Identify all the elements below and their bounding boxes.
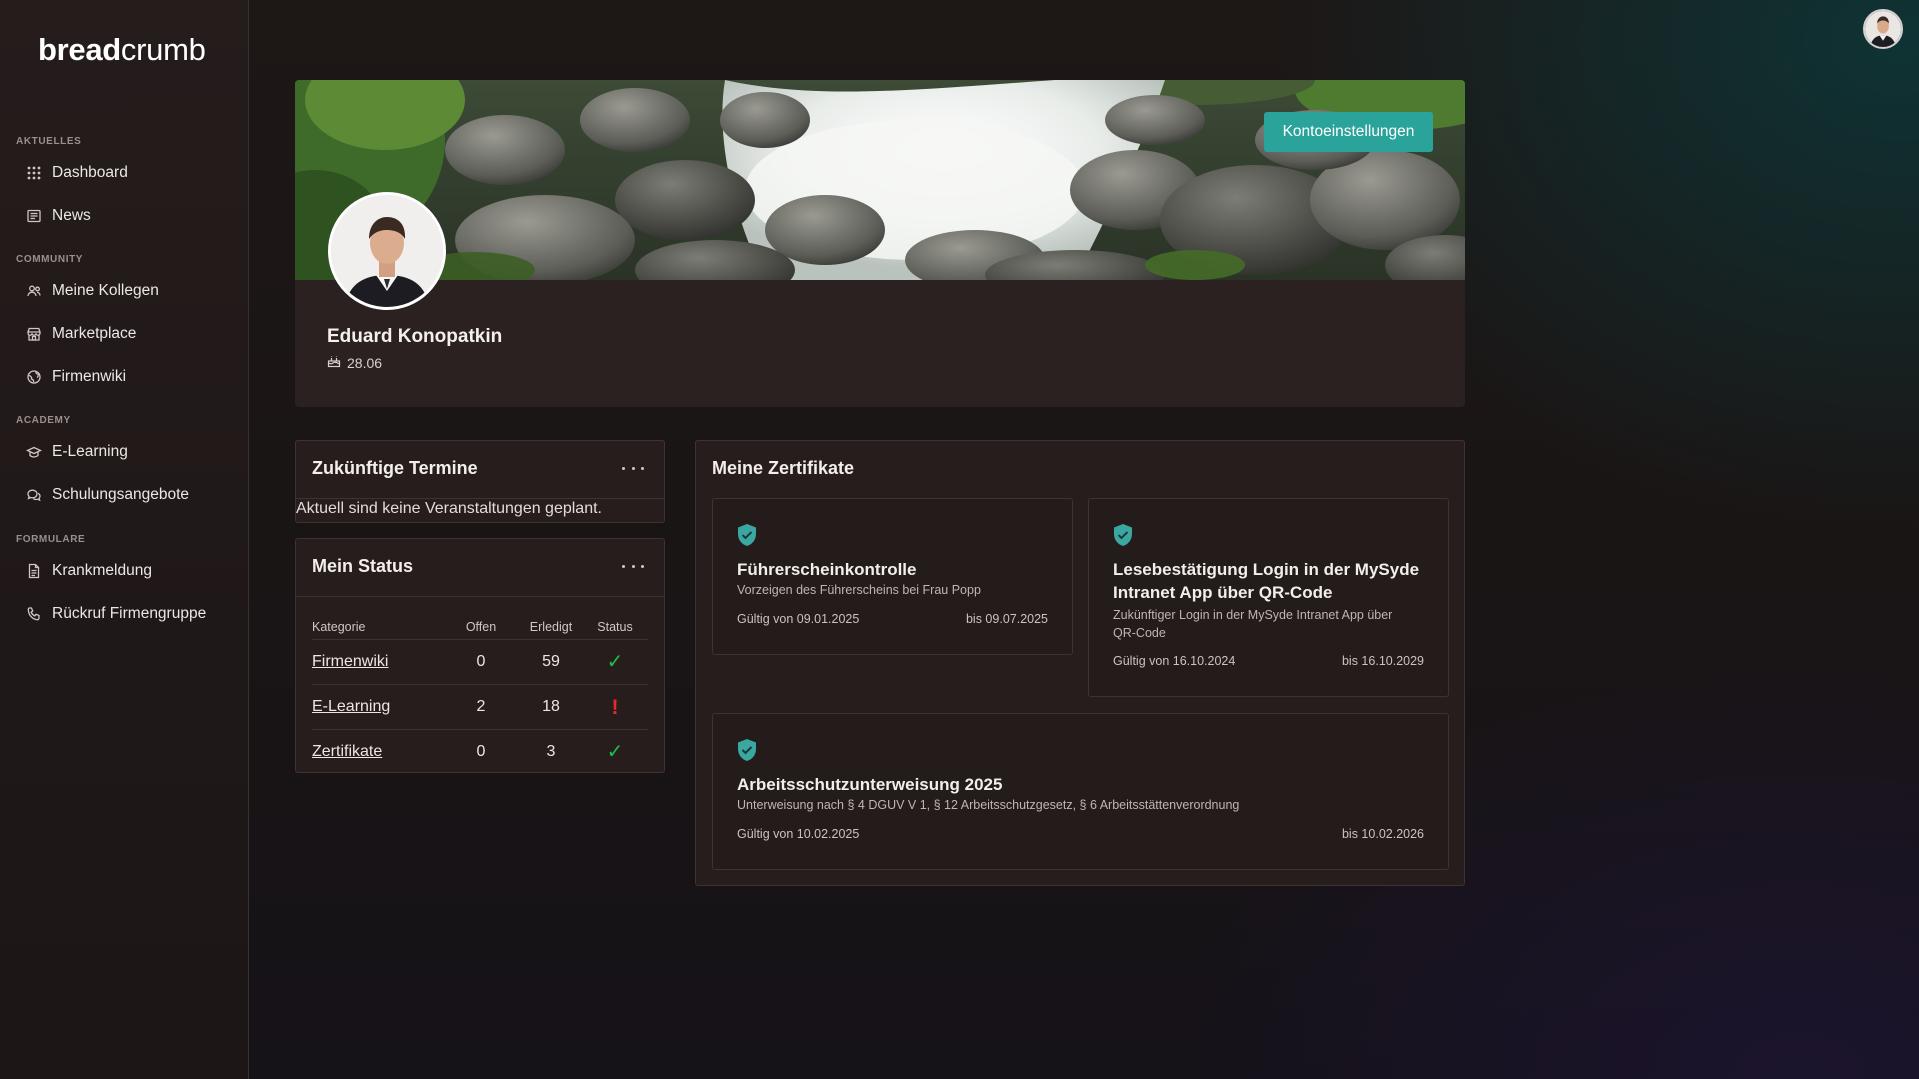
status-table-header: Kategorie Offen Erledigt Status — [312, 615, 648, 639]
sidebar: breadcrumb AKTUELLES Dashboard News COMM… — [0, 0, 249, 1079]
status-table: Kategorie Offen Erledigt Status Firmenwi… — [312, 615, 648, 774]
checkmark-icon: ✓ — [606, 741, 624, 763]
certificate-title-line-2: Intranet App über QR-Code — [1113, 583, 1333, 602]
sidebar-item-label: E-Learning — [52, 443, 128, 460]
panel-title: Zukünftige Termine — [312, 458, 478, 478]
sidebar-item-label: Meine Kollegen — [52, 282, 159, 299]
open-count: 2 — [476, 698, 486, 715]
nav-section-formulare: FORMULARE — [16, 534, 86, 545]
sidebar-item-firmenwiki[interactable]: Firmenwiki — [18, 360, 238, 394]
sidebar-item-schulungsangebote[interactable]: Schulungsangebote — [18, 478, 238, 512]
upcoming-events-panel: Zukünftige Termine Aktuell sind keine Ve… — [295, 440, 665, 523]
category-link-zertifikate[interactable]: Zertifikate — [312, 743, 382, 760]
certificate-valid-to: bis 16.10.2029 — [1341, 654, 1424, 668]
shield-check-icon — [738, 524, 756, 546]
sidebar-item-news[interactable]: News — [18, 199, 238, 233]
table-row: Zertifikate 0 3 ✓ — [312, 729, 648, 774]
certificate-card[interactable]: Lesebestätigung Login in der MySyde Intr… — [1088, 498, 1449, 697]
profile-card: Kontoeinstellungen Eduard Konopatkin 28.… — [295, 80, 1465, 407]
cake-icon — [327, 354, 341, 371]
certificate-title-line-1: Lesebestätigung Login in der MySyde — [1113, 560, 1420, 579]
sidebar-item-label: Krankmeldung — [52, 562, 152, 579]
certificate-card[interactable]: Arbeitsschutzunterweisung 2025 Unterweis… — [712, 713, 1449, 870]
certificate-valid-to: bis 10.02.2026 — [1341, 827, 1424, 841]
certificate-description: Vorzeigen des Führerscheins bei Frau Pop… — [737, 583, 981, 597]
divider — [296, 498, 664, 499]
column-header-category: Kategorie — [312, 620, 366, 634]
certificate-valid-from: Gültig von 10.02.2025 — [737, 827, 860, 841]
done-count: 3 — [546, 743, 556, 760]
sidebar-item-label: Marketplace — [52, 325, 137, 342]
certificate-description-line-2: QR-Code — [1113, 626, 1166, 640]
sidebar-item-krankmeldung[interactable]: Krankmeldung — [18, 554, 238, 588]
done-count: 59 — [542, 653, 560, 670]
document-icon — [26, 563, 42, 579]
sidebar-item-label: News — [52, 207, 91, 224]
checkmark-icon: ✓ — [606, 651, 624, 673]
open-count: 0 — [476, 653, 486, 670]
certificate-description-line-1: Zukünftiger Login in der MySyde Intranet… — [1113, 608, 1393, 622]
shield-check-icon — [1114, 524, 1132, 546]
sidebar-item-e-learning[interactable]: E-Learning — [18, 435, 238, 469]
shield-check-icon — [738, 739, 756, 761]
certificate-title: Arbeitsschutzunterweisung 2025 — [737, 775, 1003, 794]
column-header-open: Offen — [465, 620, 497, 634]
exclamation-icon: ! — [611, 695, 619, 719]
profile-banner-image — [295, 80, 1465, 280]
empty-events-message: Aktuell sind keine Veranstaltungen gepla… — [296, 500, 602, 517]
category-link-e-learning[interactable]: E-Learning — [312, 698, 390, 715]
my-certificates-panel: Meine Zertifikate Führerscheinkontrolle … — [695, 440, 1465, 886]
panel-title: Meine Zertifikate — [712, 458, 855, 478]
newspaper-icon — [26, 208, 42, 224]
panel-title: Mein Status — [312, 556, 414, 576]
app-logo[interactable]: breadcrumb — [38, 32, 206, 68]
nav-section-community: COMMUNITY — [16, 254, 84, 265]
certificate-card[interactable]: Führerscheinkontrolle Vorzeigen des Führ… — [712, 498, 1073, 655]
table-row: Firmenwiki 0 59 ✓ — [312, 639, 648, 684]
account-settings-button[interactable]: Kontoeinstellungen — [1264, 112, 1433, 152]
store-icon — [26, 326, 42, 342]
more-options-icon[interactable] — [622, 461, 644, 475]
certificate-valid-to: bis 09.07.2025 — [965, 612, 1048, 626]
certificate-valid-from: Gültig von 16.10.2024 — [1113, 654, 1236, 668]
profile-avatar — [328, 192, 446, 310]
column-header-status: Status — [597, 620, 633, 634]
globe-icon — [26, 369, 42, 385]
nav-section-academy: ACADEMY — [16, 415, 71, 426]
user-avatar[interactable] — [1863, 9, 1903, 49]
phone-icon — [26, 606, 42, 622]
chat-bubbles-icon — [26, 487, 42, 503]
column-header-done: Erledigt — [529, 620, 573, 634]
certificate-title: Führerscheinkontrolle — [737, 560, 917, 579]
profile-birthday: 28.06 — [327, 354, 382, 371]
more-options-icon[interactable] — [622, 559, 644, 573]
sidebar-item-meine-kollegen[interactable]: Meine Kollegen — [18, 274, 238, 308]
my-status-panel: Mein Status Kategorie Offen Erledigt Sta… — [295, 538, 665, 773]
sidebar-item-label: Rückruf Firmengruppe — [52, 605, 207, 622]
certificate-valid-from: Gültig von 09.01.2025 — [737, 612, 860, 626]
sidebar-item-label: Dashboard — [52, 164, 128, 181]
graduation-cap-icon — [26, 444, 42, 460]
birthday-value: 28.06 — [347, 354, 383, 371]
open-count: 0 — [476, 743, 486, 760]
nav-section-aktuelles: AKTUELLES — [16, 136, 82, 147]
sidebar-item-label: Schulungsangebote — [52, 486, 190, 503]
sidebar-item-rueckruf-firmengruppe[interactable]: Rückruf Firmengruppe — [18, 597, 238, 631]
category-link-firmenwiki[interactable]: Firmenwiki — [312, 653, 388, 670]
done-count: 18 — [542, 698, 560, 715]
sidebar-item-label: Firmenwiki — [52, 368, 127, 385]
grid-icon — [26, 165, 42, 181]
profile-name: Eduard Konopatkin — [327, 326, 503, 347]
users-icon — [26, 283, 42, 299]
divider — [296, 596, 664, 597]
sidebar-item-dashboard[interactable]: Dashboard — [18, 156, 238, 190]
table-row: E-Learning 2 18 ! — [312, 684, 648, 729]
certificate-description: Unterweisung nach § 4 DGUV V 1, § 12 Arb… — [737, 798, 1240, 812]
sidebar-item-marketplace[interactable]: Marketplace — [18, 317, 238, 351]
